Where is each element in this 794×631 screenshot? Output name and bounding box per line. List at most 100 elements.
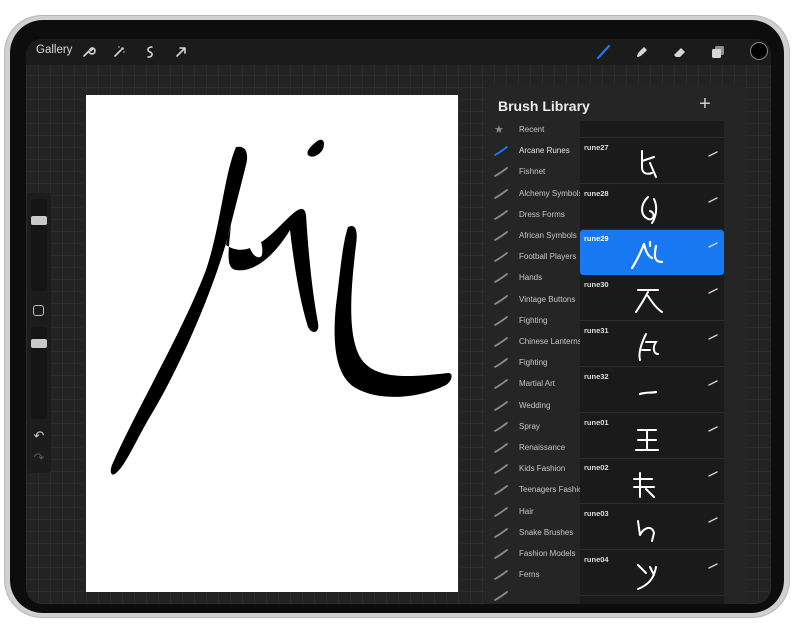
eraser-icon[interactable] [671,43,689,61]
add-brush-set-button[interactable]: + [694,93,716,117]
brush-set-item[interactable]: African Symbols [484,227,580,246]
brush-set-item[interactable]: Hair [484,503,580,522]
brush-set-item[interactable]: Renaissance [484,439,580,458]
brush-set-item[interactable]: Wedding [484,397,580,416]
rune-drawing [110,139,452,475]
brush-type-icon [708,510,718,523]
brush-set-item[interactable]: Arcane Runes [484,142,580,161]
brush-set-item[interactable]: Football Players [484,248,580,267]
brush-stroke-icon [494,188,508,200]
brush-set-label: Renaissance [519,443,566,452]
left-sidebar: ↶ ↷ [27,193,51,473]
brush-stroke-icon [494,336,508,348]
layers-icon[interactable] [709,43,727,61]
brush-item[interactable]: rune29 [580,230,724,276]
brush-item[interactable]: rune27 [580,139,724,184]
brush-list: rune27 rune28 rune29 rune30 rune31 rune32 rune… [580,121,724,604]
brush-item[interactable]: rune28 [580,185,724,230]
brush-set-item[interactable]: Ferns [484,566,580,585]
brush-type-icon [708,190,718,203]
gallery-button[interactable]: Gallery [36,44,72,56]
brush-set-label: Vintage Buttons [519,294,576,304]
brush-library-title: Brush Library [498,98,590,114]
brush-stroke-icon [494,400,508,412]
brush-size-slider[interactable] [31,199,47,291]
brush-type-icon [708,281,718,294]
brush-stroke-icon [494,421,508,433]
brush-set-label: Fishnet [519,167,546,177]
brush-item[interactable]: rune31 [580,322,724,367]
brush-name: rune27 [584,142,609,152]
brush-stroke-preview [628,422,668,456]
brush-stroke-icon [494,484,508,496]
brush-stroke-preview [628,238,668,272]
brush-item[interactable] [580,121,724,138]
brush-set-item[interactable]: Fighting [484,354,580,373]
brush-stroke-icon [494,145,508,157]
modify-button[interactable] [33,305,44,316]
opacity-thumb[interactable] [31,339,47,349]
brush-item[interactable]: rune03 [580,505,724,551]
opacity-slider[interactable] [31,327,47,419]
top-toolbar: Gallery [26,39,771,65]
undo-icon[interactable]: ↶ [31,429,47,443]
procreate-screen: Gallery ↶ ↷ Brush Library + ★ Recent Arc… [26,39,771,604]
brush-size-thumb[interactable] [31,215,47,225]
brush-stroke-icon [494,442,508,454]
brush-set-item[interactable]: Snake Brushes [484,524,580,543]
brush-item[interactable]: rune32 [580,368,724,413]
smudge-icon[interactable] [633,43,651,61]
brush-stroke-preview [628,559,668,593]
brush-name: rune30 [584,280,609,290]
star-icon: ★ [494,124,504,136]
wrench-icon[interactable] [79,43,97,61]
brush-set-item[interactable] [484,587,580,604]
brush-set-item[interactable]: Vintage Buttons [484,291,580,310]
brush-set-label: Hands [519,273,543,283]
brush-library-panel: Brush Library + ★ Recent Arcane Runes Fishn… [484,85,748,604]
brush-item[interactable]: rune30 [580,276,724,322]
magic-wand-icon[interactable] [110,43,128,61]
brush-item[interactable]: rune02 [580,459,724,505]
brush-stroke-icon [494,251,508,263]
brush-set-item[interactable]: Kids Fashion [484,460,580,479]
brush-set-label: Martial Art [519,379,556,389]
brush-type-icon [708,419,718,432]
brush-set-label: Fighting [519,358,548,368]
brush-stroke-icon [494,315,508,327]
brush-set-label: Recent [519,125,545,134]
brush-stroke-icon [494,166,508,178]
brush-stroke-icon [494,548,508,560]
redo-icon: ↷ [33,450,45,465]
brush-set-item[interactable]: Dress Forms [484,206,580,225]
transform-arrow-icon[interactable] [172,43,190,61]
brush-set-label: Arcane Runes [519,146,570,156]
brush-type-icon [708,327,718,340]
brush-set-label: Snake Brushes [519,527,574,537]
brush-stroke-icon [494,209,508,221]
color-picker[interactable] [750,42,768,60]
brush-name: rune32 [584,371,609,381]
drawing-canvas[interactable] [86,95,458,592]
brush-set-item[interactable]: Teenagers Fashion [484,481,580,500]
brush-set-item[interactable]: Fighting [484,312,580,331]
brush-set-item[interactable]: Fashion Models [484,545,580,564]
brush-icon[interactable] [595,43,613,61]
brush-set-label: Fashion Models [519,549,576,558]
brush-set-item[interactable]: ★ Recent [484,121,580,140]
brush-type-icon [708,373,718,386]
brush-set-item[interactable]: Chinese Lanterns [484,333,580,352]
selection-icon[interactable] [141,43,159,61]
brush-set-label: Wedding [519,400,551,410]
brush-set-item[interactable]: Spray [484,418,580,437]
brush-item[interactable]: rune04 [580,551,724,596]
brush-stroke-preview [628,147,668,181]
brush-set-item[interactable]: Hands [484,269,580,288]
brush-stroke-preview [628,284,668,318]
brush-type-icon [708,464,718,478]
brush-set-item[interactable]: Martial Art [484,375,580,394]
brush-set-item[interactable]: Fishnet [484,163,580,182]
brush-item[interactable]: rune01 [580,414,724,459]
brush-set-item[interactable]: Alchemy Symbols [484,185,580,204]
brush-stroke-preview [628,467,668,501]
